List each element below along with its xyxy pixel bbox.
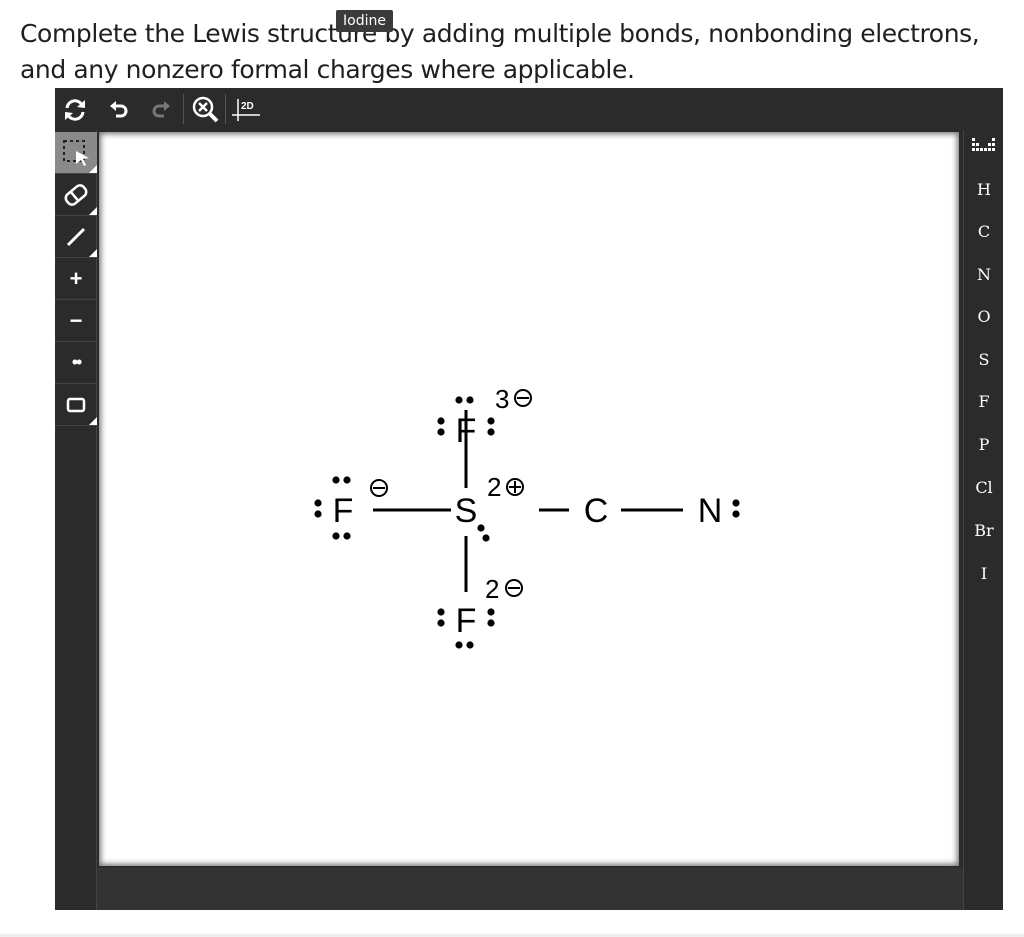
- element-panel: H C N O S F P Cl Br I: [963, 130, 1003, 910]
- charge-center-s: 2: [487, 472, 501, 502]
- eraser-icon: [64, 183, 88, 206]
- lone-pair-tool[interactable]: ••: [55, 342, 97, 384]
- refresh-icon[interactable]: [57, 92, 93, 128]
- lone-pairs-nitrogen: [732, 499, 740, 518]
- element-o[interactable]: O: [964, 297, 1004, 337]
- element-cl[interactable]: Cl: [964, 468, 1004, 508]
- element-br[interactable]: Br: [964, 511, 1004, 551]
- positive-charge-icon: [506, 478, 524, 496]
- element-p[interactable]: P: [964, 425, 1004, 465]
- element-h[interactable]: H: [964, 170, 1004, 210]
- element-i[interactable]: I: [964, 554, 1004, 594]
- question-text: Complete the Lewis structure by adding m…: [20, 19, 980, 84]
- atom-top-f[interactable]: F: [456, 412, 477, 450]
- atom-left-f[interactable]: F: [333, 492, 354, 530]
- eraser-tool[interactable]: [55, 174, 97, 216]
- tool-options-corner: [89, 417, 97, 425]
- negative-charge-icon: [514, 389, 532, 407]
- charge-top-f: 3: [495, 384, 509, 414]
- lone-pairs-center-s: [477, 524, 490, 542]
- tool-options-corner: [89, 207, 97, 215]
- lewis-structure-editor: 2D + − •• H C N O S F P Cl Br I F 3 F S …: [55, 88, 1003, 910]
- atom-bottom-f[interactable]: F: [456, 602, 477, 640]
- element-n[interactable]: N: [964, 255, 1004, 295]
- redo-icon[interactable]: [143, 92, 179, 128]
- element-f[interactable]: F: [964, 382, 1004, 422]
- rectangle-icon: [66, 397, 86, 412]
- atom-carbon[interactable]: C: [584, 492, 609, 530]
- 2d-clean-icon[interactable]: 2D: [229, 92, 265, 128]
- bond-tool[interactable]: [55, 216, 97, 258]
- negative-charge-tool[interactable]: −: [55, 300, 97, 342]
- tool-options-corner: [89, 165, 97, 173]
- tool-options-corner: [89, 249, 97, 257]
- molecule-drawing: F 3 F S 2 F 2 C N: [314, 384, 740, 649]
- top-toolbar: 2D: [55, 88, 1003, 130]
- toolbar-divider: [225, 94, 226, 124]
- select-tool[interactable]: [55, 132, 97, 174]
- 2d-clean-label: 2D: [241, 101, 254, 112]
- drawing-canvas[interactable]: F 3 F S 2 F 2 C N: [99, 132, 959, 866]
- rectangle-tool[interactable]: [55, 384, 97, 426]
- positive-charge-tool[interactable]: +: [55, 258, 97, 300]
- left-toolbar: + − ••: [55, 130, 97, 910]
- select-marquee-icon: [63, 139, 89, 166]
- single-bond-icon: [66, 227, 86, 246]
- element-s[interactable]: S: [964, 340, 1004, 380]
- charge-bottom-f: 2: [485, 574, 499, 604]
- negative-charge-icon: [370, 479, 388, 497]
- zoom-reset-icon[interactable]: [187, 92, 223, 128]
- bottom-status-bar: [97, 868, 963, 910]
- atom-nitrogen[interactable]: N: [698, 492, 723, 530]
- toolbar-divider: [183, 94, 184, 124]
- atom-center-s[interactable]: S: [455, 492, 478, 530]
- undo-icon[interactable]: [101, 92, 137, 128]
- tooltip: Iodine: [336, 10, 393, 32]
- negative-charge-icon: [505, 579, 523, 597]
- periodic-table-icon[interactable]: [964, 130, 1004, 170]
- element-c[interactable]: C: [964, 212, 1004, 252]
